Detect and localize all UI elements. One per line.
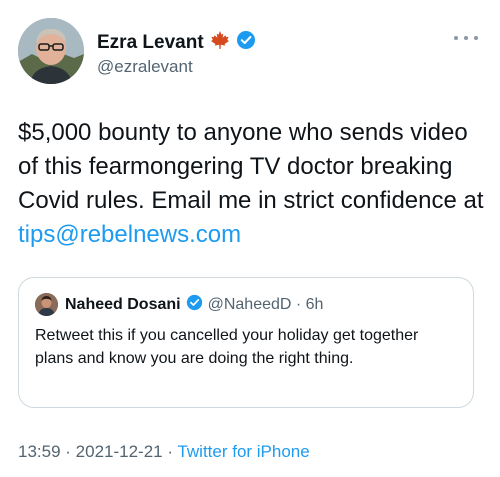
email-link[interactable]: tips@rebelnews.com xyxy=(18,221,241,248)
author-name[interactable]: Ezra Levant xyxy=(97,32,204,54)
author-name-row: Ezra Levant xyxy=(97,30,256,55)
meta-separator: · xyxy=(162,442,178,461)
author-avatar[interactable] xyxy=(18,18,84,84)
tweet-source[interactable]: Twitter for iPhone xyxy=(177,442,309,461)
quoted-header: Naheed Dosani @NaheedD · 6h xyxy=(65,294,323,316)
quoted-author-name: Naheed Dosani xyxy=(65,296,181,313)
more-options-icon[interactable] xyxy=(454,31,478,45)
tweet-date[interactable]: 2021-12-21 xyxy=(76,442,163,461)
verified-badge-icon xyxy=(186,294,203,316)
quoted-author-avatar xyxy=(35,293,58,316)
quoted-handle-time: @NaheedD · 6h xyxy=(207,296,324,313)
quoted-tweet[interactable]: Naheed Dosani @NaheedD · 6h Retweet this… xyxy=(18,277,474,408)
tweet-text: $5,000 bounty to anyone who sends video … xyxy=(18,116,486,252)
tweet-meta: 13:59 · 2021-12-21 · Twitter for iPhone xyxy=(18,442,310,462)
maple-leaf-icon xyxy=(210,30,230,55)
tweet-card: Ezra Levant @ezralevant $5,000 bounty to… xyxy=(0,0,500,477)
tweet-time[interactable]: 13:59 xyxy=(18,442,61,461)
author-handle[interactable]: @ezralevant xyxy=(97,57,193,77)
quoted-text: Retweet this if you cancelled your holid… xyxy=(35,327,419,367)
verified-badge-icon xyxy=(236,30,256,55)
tweet-body: $5,000 bounty to anyone who sends video … xyxy=(18,119,484,214)
meta-separator: · xyxy=(60,442,76,461)
